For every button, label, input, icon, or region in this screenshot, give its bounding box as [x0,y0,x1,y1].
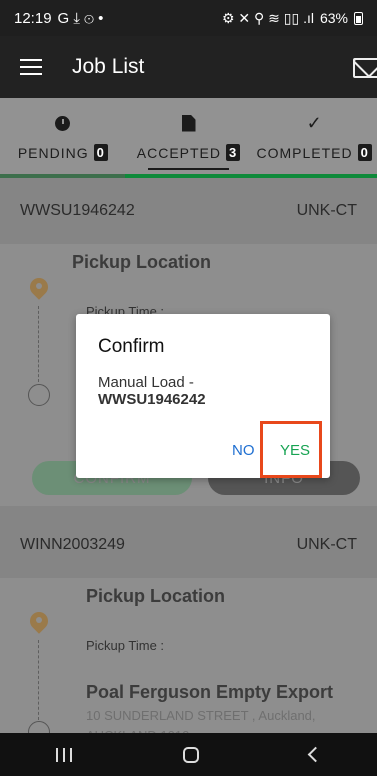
job-container-number: WINN2003249 [20,536,125,553]
route-line [38,640,39,720]
status-right-icons: ⚙ ✕ ⚲ ≋ ▯▯ .ıl [221,9,314,26]
job-card: Pickup Location Pickup Time : Poal Fergu… [0,578,377,743]
home-icon[interactable] [182,746,199,763]
checkmark-icon: ✓ [306,112,322,133]
job-card-header[interactable]: WWSU1946242 UNK-CT [0,178,377,244]
menu-icon[interactable] [20,59,42,75]
job-container-type: UNK-CT [296,536,357,553]
tab-accepted[interactable]: ACCEPTED 3 [126,98,252,178]
document-icon [181,114,196,132]
location-pin-icon [30,278,48,302]
recent-apps-icon[interactable] [55,747,72,762]
dialog-message-line2: WWSU1946242 [98,391,206,408]
dialog-message-line1: Manual Load - [98,374,194,391]
pickup-time-label: Pickup Time : [86,638,165,653]
tab-pending[interactable]: PENDING 0 [0,98,126,178]
tab-bar: PENDING 0 ACCEPTED 3 ✓ COMPLETED 0 [0,98,377,178]
status-time: 12:19 [14,9,52,27]
tab-completed-label: COMPLETED [256,144,353,161]
clock-icon [55,115,71,131]
yes-button-highlight [260,421,322,478]
job-container-number: WWSU1946242 [20,202,135,219]
battery-icon [354,11,363,25]
pickup-location-label: Pickup Location [86,586,226,606]
tab-pending-label: PENDING [17,144,89,161]
no-button[interactable]: NO [232,442,255,459]
route-line [38,306,39,382]
mail-icon[interactable] [353,58,377,78]
job-card-header[interactable]: WINN2003249 UNK-CT [0,512,377,578]
tab-accepted-count: 3 [226,144,241,161]
dialog-message: Manual Load - WWSU1946242 [98,374,206,408]
location-pin-icon [30,612,48,636]
job-container-type: UNK-CT [296,202,357,219]
tab-completed[interactable]: ✓ COMPLETED 0 [251,98,377,178]
system-nav-bar [0,733,377,776]
destination-name: Poal Ferguson Empty Export [86,682,334,702]
app-bar: Job List [0,36,377,98]
pickup-location-label: Pickup Location [72,252,212,272]
status-bar: 12:19 G ⤓ ⊙ • ⚙ ✕ ⚲ ≋ ▯▯ .ıl 63% [0,0,377,36]
tab-completed-count: 0 [357,144,372,161]
tab-pending-count: 0 [93,144,108,161]
destination-address-line1: 10 SUNDERLAND STREET , Auckland, [86,708,316,723]
battery-percent: 63% [319,10,348,26]
dialog-title: Confirm [98,336,165,357]
page-title: Job List [72,55,145,78]
destination-circle-icon [28,384,50,406]
back-icon[interactable] [308,746,324,763]
tab-accepted-label: ACCEPTED [136,144,221,161]
status-left-icons: G ⤓ ⊙ • [57,9,104,27]
